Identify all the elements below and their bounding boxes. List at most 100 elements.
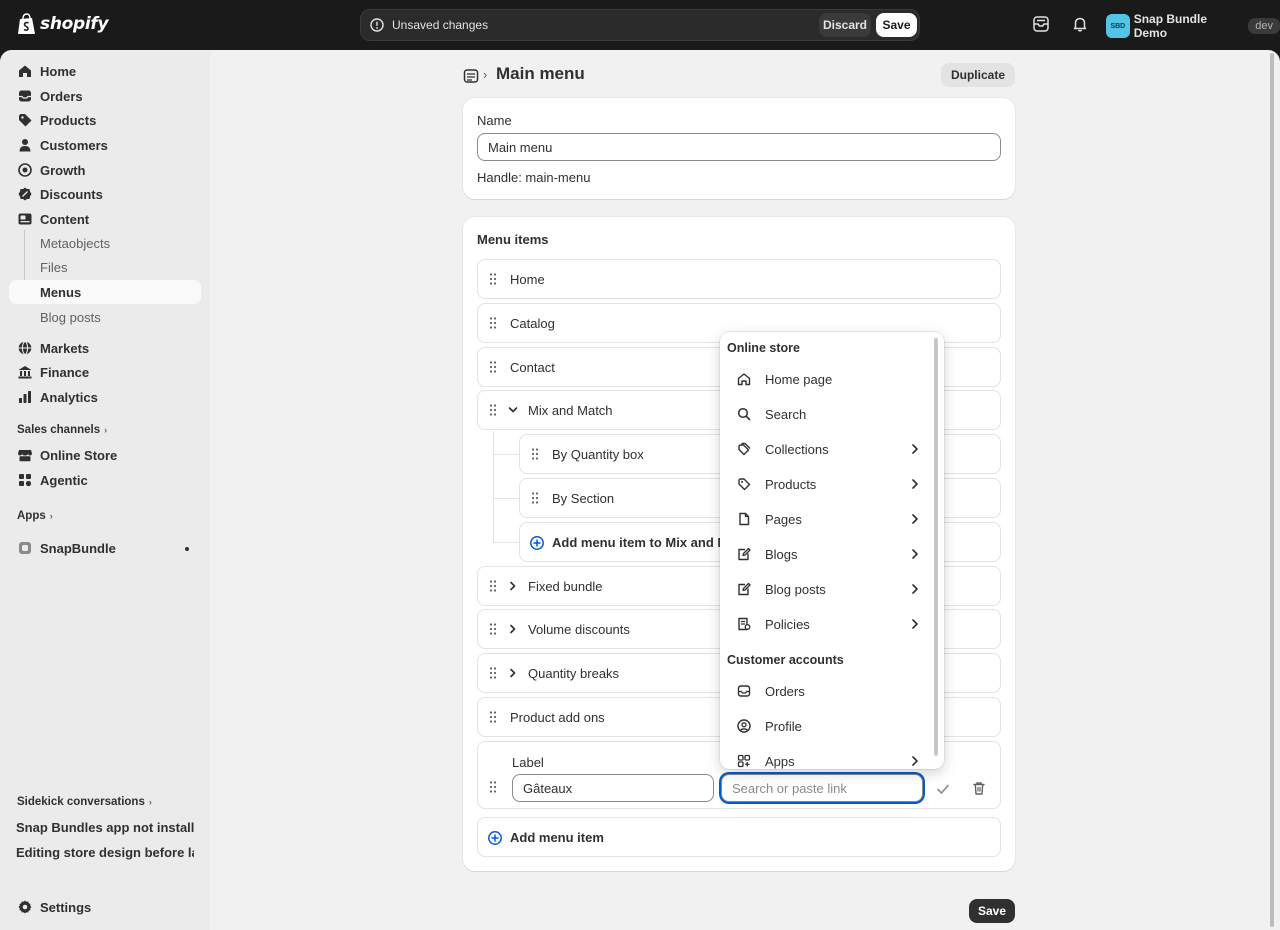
menu-item-label: Home: [510, 272, 545, 287]
plus-circle-icon: [530, 536, 544, 550]
page-scrollbar[interactable]: [1270, 53, 1274, 927]
store-inbox-icon[interactable]: [1032, 15, 1050, 33]
sidebar-item-label: Finance: [40, 365, 90, 380]
link-search-input[interactable]: [721, 774, 923, 802]
link-option-label: Policies: [765, 617, 810, 632]
sidebar-item-label: Files: [40, 260, 68, 275]
nested-tree-branch: [493, 498, 519, 499]
nested-tree-branch: [493, 454, 519, 455]
popover-scrollbar[interactable]: [934, 338, 938, 756]
drag-handle-icon[interactable]: [530, 447, 540, 461]
discount-icon: [18, 187, 32, 201]
link-option-profile[interactable]: Profile: [727, 710, 927, 742]
link-option-label: Search: [765, 407, 807, 422]
drag-handle-icon[interactable]: [488, 360, 498, 374]
drag-handle-icon[interactable]: [488, 403, 498, 417]
sidebar-item-agentic[interactable]: Agentic: [9, 468, 201, 492]
apps-header[interactable]: Apps ›: [17, 510, 53, 522]
chart-icon: [19, 391, 31, 403]
trash-icon[interactable]: [971, 780, 987, 796]
sidebar-item-finance[interactable]: Finance: [9, 360, 201, 384]
conversation-item[interactable]: Snap Bundles app not installed: [16, 820, 194, 835]
sales-channels-header[interactable]: Sales channels ›: [17, 424, 107, 436]
unread-dot: [185, 547, 189, 551]
link-option-products[interactable]: Products: [727, 468, 927, 500]
menu-item-label: Mix and Match: [528, 403, 613, 418]
page-header: › Main menu Duplicate: [463, 63, 1015, 88]
drag-handle-icon[interactable]: [488, 622, 498, 636]
link-option-collections[interactable]: Collections: [727, 433, 927, 465]
sidebar-item-blog-posts[interactable]: Blog posts: [9, 305, 201, 329]
sidebar-item-snapbundle[interactable]: SnapBundle: [9, 536, 201, 560]
menu-item-label-input[interactable]: [512, 774, 714, 802]
drag-handle-icon[interactable]: [530, 491, 540, 505]
sidebar-item-settings[interactable]: Settings: [9, 895, 201, 919]
collection-icon: [738, 442, 751, 456]
inbox-icon: [19, 90, 31, 102]
sidebar-item-customers[interactable]: Customers: [9, 133, 201, 157]
sidebar-item-markets[interactable]: Markets: [9, 336, 201, 360]
bell-icon[interactable]: [1071, 15, 1089, 33]
link-option-apps[interactable]: Apps: [727, 745, 927, 769]
sidebar-item-files[interactable]: Files: [9, 255, 201, 279]
inbox-icon: [737, 685, 751, 697]
env-badge: dev: [1248, 18, 1280, 34]
menu-item-home[interactable]: Home: [477, 259, 1001, 299]
name-label: Name: [477, 113, 512, 128]
sidebar-item-discounts[interactable]: Discounts: [9, 182, 201, 206]
store-switcher[interactable]: SBD Snap Bundle Demo dev: [1106, 12, 1280, 40]
chevron-right-icon[interactable]: [507, 623, 519, 635]
sidebar-item-online-store[interactable]: Online Store: [9, 443, 201, 467]
link-option-home-page[interactable]: Home page: [727, 363, 927, 395]
chevron-right-icon: [912, 549, 918, 559]
link-option-orders[interactable]: Orders: [727, 675, 927, 707]
menu-item-label: Product add ons: [510, 710, 605, 725]
chevron-right-icon[interactable]: [507, 580, 519, 592]
link-option-label: Blog posts: [765, 582, 826, 597]
chevron-right-icon: ›: [49, 511, 53, 521]
sidebar-item-content[interactable]: Content: [9, 207, 201, 231]
link-option-policies[interactable]: Policies: [727, 608, 927, 640]
sidebar-item-menus[interactable]: Menus: [9, 280, 201, 304]
drag-handle-icon[interactable]: [488, 780, 498, 794]
conversation-item[interactable]: Editing store design before launch: [16, 845, 194, 860]
shopify-wordmark: shopify: [40, 14, 109, 34]
chevron-right-icon[interactable]: [507, 667, 519, 679]
save-button[interactable]: Save: [876, 13, 917, 37]
menu-item-label: Catalog: [510, 316, 555, 331]
check-icon[interactable]: [936, 782, 950, 796]
drag-handle-icon[interactable]: [488, 272, 498, 286]
sidebar-item-analytics[interactable]: Analytics: [9, 385, 201, 409]
sidebar-item-products[interactable]: Products: [9, 108, 201, 132]
add-menu-item-button[interactable]: Add menu item: [477, 817, 1001, 857]
link-option-pages[interactable]: Pages: [727, 503, 927, 535]
sidebar-item-growth[interactable]: Growth: [9, 158, 201, 182]
drag-handle-icon[interactable]: [488, 316, 498, 330]
chevron-down-icon[interactable]: [507, 404, 519, 416]
tag-icon: [738, 478, 751, 491]
nested-tree-branch: [493, 542, 519, 543]
drag-handle-icon[interactable]: [488, 710, 498, 724]
bottom-save-button[interactable]: Save: [969, 899, 1015, 923]
menu-item-label: By Section: [552, 491, 615, 506]
shopify-logo[interactable]: shopify: [17, 13, 109, 35]
breadcrumb-chevron-icon: ›: [483, 67, 488, 82]
sidebar-item-orders[interactable]: Orders: [9, 84, 201, 108]
sidekick-header[interactable]: Sidekick conversations ›: [17, 796, 152, 808]
discard-button[interactable]: Discard: [819, 13, 871, 37]
sidebar-item-home[interactable]: Home: [9, 59, 201, 83]
menu-item-label: Fixed bundle: [528, 579, 603, 594]
drag-handle-icon[interactable]: [488, 666, 498, 680]
sidebar-item-label: Analytics: [40, 390, 98, 405]
link-option-search[interactable]: Search: [727, 398, 927, 430]
sidebar-item-metaobjects[interactable]: Metaobjects: [9, 231, 201, 255]
person-icon: [19, 139, 31, 152]
menu-items-title: Menu items: [477, 232, 549, 247]
drag-handle-icon[interactable]: [488, 579, 498, 593]
link-option-label: Home page: [765, 372, 833, 387]
sidebar-item-label: Blog posts: [40, 310, 101, 325]
duplicate-button[interactable]: Duplicate: [940, 63, 1015, 87]
menu-name-input[interactable]: [477, 133, 1001, 161]
link-option-blog-posts[interactable]: Blog posts: [727, 573, 927, 605]
link-option-blogs[interactable]: Blogs: [727, 538, 927, 570]
